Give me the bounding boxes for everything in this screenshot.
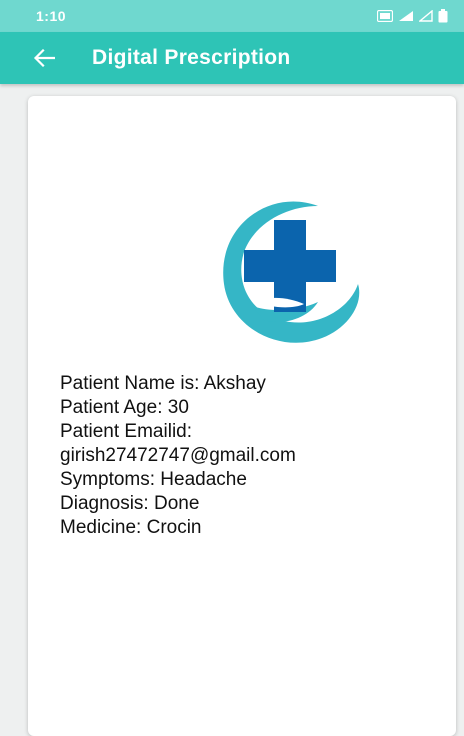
back-button[interactable] xyxy=(30,44,58,72)
battery-icon xyxy=(438,9,448,23)
patient-email-label: Patient Emailid: xyxy=(60,421,193,442)
app-bar: Digital Prescription xyxy=(0,32,464,84)
symptoms: Symptoms: Headache xyxy=(60,469,247,490)
medicine: Medicine: Crocin xyxy=(60,517,202,538)
medical-cross-hand-logo xyxy=(223,201,360,343)
patient-details: Patient Name is: Akshay Patient Age: 30 … xyxy=(60,372,296,540)
signal-4g-icon xyxy=(399,11,413,21)
prescription-card: Patient Name is: Akshay Patient Age: 30 … xyxy=(28,96,456,736)
patient-name: Patient Name is: Akshay xyxy=(60,373,266,394)
patient-age: Patient Age: 30 xyxy=(60,397,189,418)
signal-icon xyxy=(419,10,433,22)
status-bar: 1:10 xyxy=(0,0,464,32)
patient-email: girish27472747@gmail.com xyxy=(60,445,296,466)
status-time: 1:10 xyxy=(36,8,67,24)
page-title: Digital Prescription xyxy=(92,46,291,69)
nfc-icon xyxy=(377,10,393,22)
arrow-left-icon xyxy=(33,49,55,67)
diagnosis: Diagnosis: Done xyxy=(60,493,200,514)
status-icons xyxy=(377,9,448,23)
